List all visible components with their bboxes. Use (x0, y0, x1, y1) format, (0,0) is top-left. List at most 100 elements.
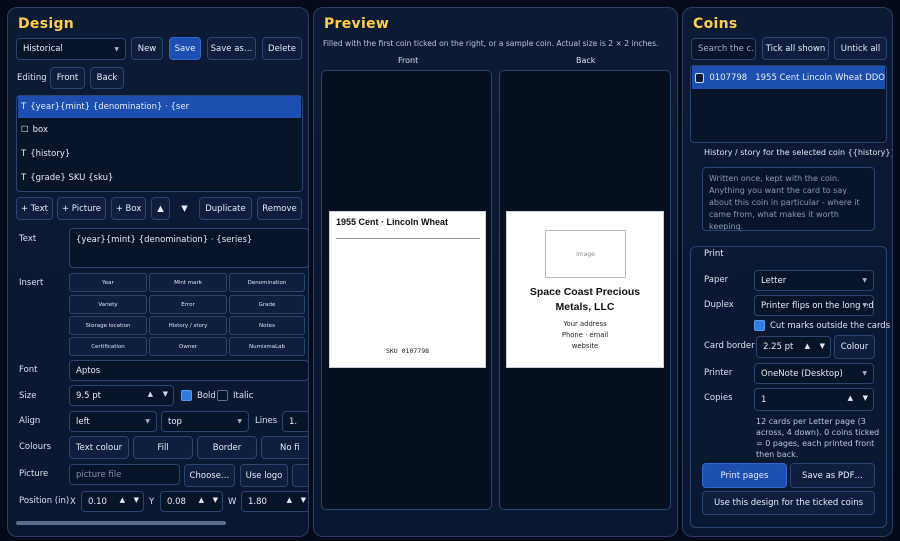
insert-numismalab-button[interactable]: NumismaLab (229, 337, 305, 356)
size-spinbox[interactable]: 9.5 pt ▲ ▼ (69, 385, 174, 406)
save-pdf-button[interactable]: Save as PDF… (790, 463, 875, 488)
coin-sku: 0107798 (709, 72, 748, 83)
element-row[interactable]: T {history} (18, 143, 301, 165)
tick-all-button[interactable]: Tick all shown (762, 37, 829, 60)
new-button[interactable]: New (131, 37, 163, 60)
duplicate-button[interactable]: Duplicate (199, 197, 252, 220)
spin-up-icon[interactable]: ▲ (148, 390, 153, 398)
untick-all-button[interactable]: Untick all (834, 37, 887, 60)
element-row[interactable]: ☐ box (18, 119, 301, 141)
insert-denomination-button[interactable]: Denomination (229, 273, 305, 292)
print-pages-button[interactable]: Print pages (702, 463, 787, 488)
remove-button[interactable]: Remove (257, 197, 302, 220)
lines-value: 1. (289, 416, 298, 427)
italic-label: Italic (233, 391, 254, 401)
align-vertical-select[interactable]: top ▼ (161, 411, 249, 432)
element-type: T (21, 173, 27, 183)
insert-label: Insert (19, 278, 44, 288)
move-up-button[interactable]: ▲ (151, 197, 170, 220)
w-value: 1.80 (248, 496, 267, 507)
y-spinbox[interactable]: 0.08 ▲ ▼ (160, 491, 223, 512)
no-fill-button[interactable]: No fi (261, 436, 308, 459)
back-card[interactable]: image Space Coast Precious Metals, LLC Y… (506, 211, 664, 368)
card-border-spinbox[interactable]: 2.25 pt ▲ ▼ (756, 336, 831, 358)
bold-checkbox[interactable] (181, 390, 192, 401)
coin-row[interactable]: 0107798 1955 Cent Lincoln Wheat DDO (692, 66, 885, 89)
chevron-down-icon: ▼ (860, 302, 867, 309)
design-panel: Design Historical ▼ New Save Save as… Del… (7, 7, 309, 537)
coin-search-input[interactable]: Search the c… (691, 38, 756, 60)
insert-year-button[interactable]: Year (69, 273, 147, 292)
move-down-button[interactable]: ▼ (175, 197, 194, 220)
save-as-button[interactable]: Save as… (207, 37, 256, 60)
w-spinbox[interactable]: 1.80 ▲ ▼ (241, 491, 308, 512)
coin-checkbox[interactable] (695, 72, 705, 83)
preview-panel: Preview Filled with the first coin ticke… (313, 7, 678, 537)
insert-mint-mark-button[interactable]: Mint mark (149, 273, 227, 292)
extra-picture-button[interactable] (292, 464, 308, 487)
border-colour-button[interactable]: Colour (834, 335, 875, 359)
lines-input[interactable]: 1. (282, 411, 308, 432)
picture-file-input[interactable]: picture file (69, 464, 180, 485)
use-design-button[interactable]: Use this design for the ticked coins (702, 491, 875, 515)
element-row[interactable]: T {year}{mint} {denomination} · {ser (18, 96, 301, 118)
insert-notes-button[interactable]: Notes (229, 316, 305, 335)
text-colour-button[interactable]: Text colour (69, 436, 129, 459)
border-button[interactable]: Border (197, 436, 257, 459)
italic-checkbox[interactable] (217, 390, 228, 401)
front-card[interactable]: 1955 Cent · Lincoln Wheat SKU 0107798 (329, 211, 486, 368)
spin-up-icon[interactable]: ▲ (199, 496, 204, 504)
choose-picture-button[interactable]: Choose… (184, 464, 235, 487)
fill-button[interactable]: Fill (133, 436, 193, 459)
printer-label: Printer (704, 368, 733, 378)
add-text-button[interactable]: + Text (16, 197, 53, 220)
copies-spinbox[interactable]: 1 ▲ ▼ (754, 388, 874, 411)
insert-grade-button[interactable]: Grade (229, 295, 305, 314)
insert-variety-button[interactable]: Variety (69, 295, 147, 314)
paper-select[interactable]: Letter ▼ (754, 270, 874, 291)
paper-label: Paper (704, 275, 729, 285)
align-label: Align (19, 416, 41, 426)
x-spinbox[interactable]: 0.10 ▲ ▼ (81, 491, 144, 512)
insert-history-button[interactable]: History / story (149, 316, 227, 335)
spin-down-icon[interactable]: ▼ (820, 342, 825, 350)
delete-button[interactable]: Delete (262, 37, 302, 60)
insert-owner-button[interactable]: Owner (149, 337, 227, 356)
font-input[interactable]: Aptos (69, 360, 308, 381)
cut-marks-checkbox[interactable] (754, 320, 765, 331)
save-button[interactable]: Save (169, 37, 201, 60)
duplex-select[interactable]: Printer flips on the long edge ▼ (754, 295, 874, 316)
history-textarea[interactable]: Written once, kept with the coin. Anythi… (702, 167, 875, 231)
element-row[interactable]: T {grade} SKU {sku} (18, 167, 301, 189)
insert-certification-button[interactable]: Certification (69, 337, 147, 356)
element-text: {year}{mint} {denomination} · {ser (30, 102, 190, 112)
spin-up-icon[interactable]: ▲ (120, 496, 125, 504)
use-logo-button[interactable]: Use logo (240, 464, 288, 487)
tab-front[interactable]: Front (50, 67, 85, 89)
print-summary: 12 cards per Letter page (3 across, 4 do… (756, 417, 880, 459)
spin-up-icon[interactable]: ▲ (848, 394, 853, 402)
spin-down-icon[interactable]: ▼ (213, 496, 218, 504)
add-box-button[interactable]: + Box (111, 197, 146, 220)
template-select[interactable]: Historical ▼ (16, 38, 126, 60)
spin-down-icon[interactable]: ▼ (134, 496, 139, 504)
tab-back[interactable]: Back (90, 67, 124, 89)
text-input[interactable]: {year}{mint} {denomination} · {series} (69, 228, 308, 268)
horizontal-scrollbar[interactable] (16, 521, 226, 525)
add-picture-button[interactable]: + Picture (57, 197, 106, 220)
text-input-value: {year}{mint} {denomination} · {series} (76, 235, 253, 245)
spin-down-icon[interactable]: ▼ (163, 390, 168, 398)
coins-title: Coins (693, 16, 738, 32)
spin-up-icon[interactable]: ▲ (805, 342, 810, 350)
insert-storage-location-button[interactable]: Storage location (69, 316, 147, 335)
spin-up-icon[interactable]: ▲ (287, 496, 292, 504)
spin-down-icon[interactable]: ▼ (863, 394, 868, 402)
chevron-down-icon: ▼ (114, 45, 119, 53)
insert-error-button[interactable]: Error (149, 295, 227, 314)
size-label: Size (19, 391, 37, 401)
printer-select[interactable]: OneNote (Desktop) ▼ (754, 363, 874, 384)
font-input-value: Aptos (76, 365, 101, 376)
element-text: box (32, 125, 48, 135)
spin-down-icon[interactable]: ▼ (301, 496, 306, 504)
align-horizontal-select[interactable]: left ▼ (69, 411, 157, 432)
